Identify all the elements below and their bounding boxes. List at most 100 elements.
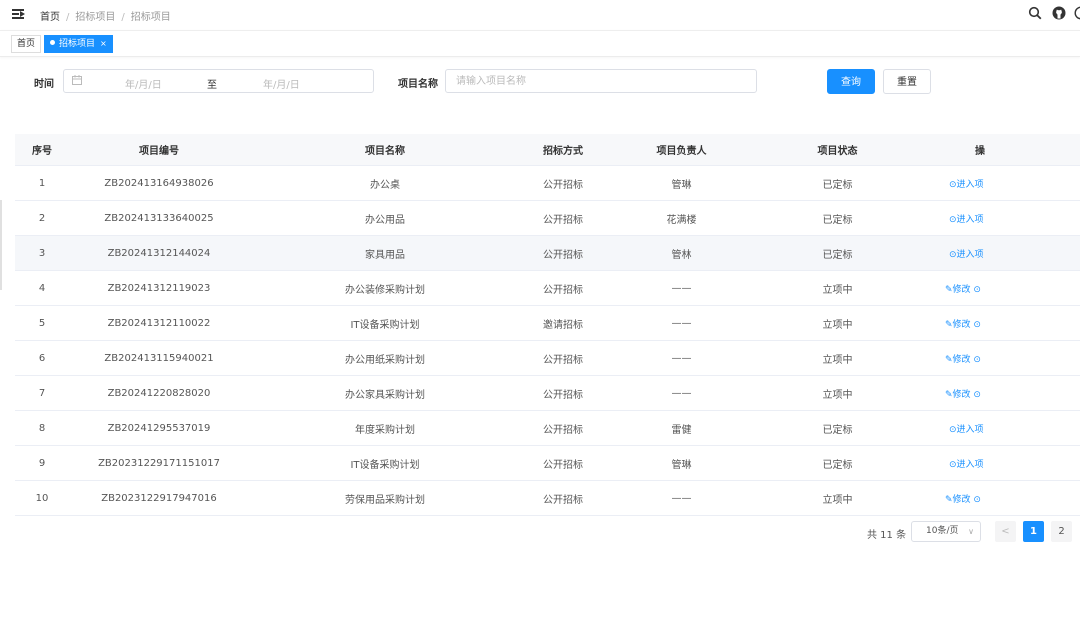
tab-bidding-projects[interactable]: 招标项目 ×	[44, 35, 113, 53]
query-button[interactable]: 查询	[827, 69, 875, 94]
cell-index: 1	[15, 165, 69, 201]
tab-bidding-projects-label: 招标项目	[59, 39, 96, 49]
cell-index: 10	[15, 480, 69, 516]
col-header-code: 项目编号	[69, 134, 249, 166]
cell-status: 立项中	[758, 340, 917, 376]
cell-owner: 管琳	[605, 445, 758, 481]
cell-code: ZB20241295537019	[69, 410, 249, 446]
cell-index: 6	[15, 340, 69, 376]
cell-name: 办公家具采购计划	[249, 375, 521, 411]
cell-code: ZB202413164938026	[69, 165, 249, 201]
project-name-label: 项目名称	[398, 79, 438, 90]
github-icon[interactable]	[1052, 6, 1066, 23]
enter-project-link[interactable]: ⊙进入项	[917, 165, 1080, 201]
col-header-action: 操	[917, 134, 1080, 166]
active-dot-icon	[50, 40, 55, 45]
table-row[interactable]: 1 ZB202413164938026 办公桌 公开招标 管琳 已定标 ⊙进入项	[15, 165, 1080, 201]
table-row[interactable]: 4 ZB20241312119023 办公装修采购计划 公开招标 —— 立项中 ✎修改 ⊙	[15, 270, 1080, 306]
cell-owner: 花满楼	[605, 200, 758, 236]
end-date-input[interactable]: 年/月/日	[263, 76, 300, 91]
cell-index: 3	[15, 235, 69, 271]
cell-owner: ——	[605, 480, 758, 516]
cell-index: 5	[15, 305, 69, 341]
breadcrumb-level1[interactable]: 招标项目	[75, 12, 115, 23]
cell-name: 办公装修采购计划	[249, 270, 521, 306]
cell-name: IT设备采购计划	[249, 445, 521, 481]
table-row[interactable]: 3 ZB20241312144024 家具用品 公开招标 管林 已定标 ⊙进入项	[15, 235, 1080, 271]
table-row[interactable]: 8 ZB20241295537019 年度采购计划 公开招标 雷健 已定标 ⊙进入项	[15, 410, 1080, 446]
page-size-value: 10条/页	[926, 526, 959, 536]
edit-link[interactable]: ✎修改 ⊙	[917, 375, 1080, 411]
enter-project-link[interactable]: ⊙进入项	[917, 200, 1080, 236]
col-header-status: 项目状态	[758, 134, 917, 166]
enter-project-link[interactable]: ⊙进入项	[917, 445, 1080, 481]
start-date-input[interactable]: 年/月/日	[125, 76, 162, 91]
reset-button[interactable]: 重置	[883, 69, 931, 94]
cell-status: 立项中	[758, 375, 917, 411]
cell-owner: ——	[605, 375, 758, 411]
table-row[interactable]: 10 ZB2023122917947016 劳保用品采购计划 公开招标 —— 立项中 ✎修改…	[15, 480, 1080, 516]
table-row[interactable]: 2 ZB202413133640025 办公用品 公开招标 花满楼 已定标 ⊙进入项	[15, 200, 1080, 236]
cell-name: IT设备采购计划	[249, 305, 521, 341]
edit-link[interactable]: ✎修改 ⊙	[917, 340, 1080, 376]
page-size-select[interactable]: 10条/页 ∨	[911, 521, 981, 542]
enter-project-link[interactable]: ⊙进入项	[917, 410, 1080, 446]
cell-name: 劳保用品采购计划	[249, 480, 521, 516]
cell-index: 8	[15, 410, 69, 446]
cell-status: 立项中	[758, 270, 917, 306]
table-row[interactable]: 6 ZB202413115940021 办公用纸采购计划 公开招标 —— 立项中 ✎修改 ⊙	[15, 340, 1080, 376]
cell-code: ZB20241312119023	[69, 270, 249, 306]
cell-method: 邀请招标	[521, 305, 605, 341]
edit-link[interactable]: ✎修改 ⊙	[917, 480, 1080, 516]
search-icon[interactable]	[1028, 6, 1042, 23]
cell-name: 办公用品	[249, 200, 521, 236]
cell-status: 已定标	[758, 165, 917, 201]
cell-index: 7	[15, 375, 69, 411]
breadcrumb-home[interactable]: 首页	[40, 12, 60, 23]
edit-link[interactable]: ✎修改 ⊙	[917, 305, 1080, 341]
cell-method: 公开招标	[521, 445, 605, 481]
cell-index: 9	[15, 445, 69, 481]
cell-method: 公开招标	[521, 375, 605, 411]
cell-status: 已定标	[758, 445, 917, 481]
cell-method: 公开招标	[521, 270, 605, 306]
cell-name: 办公桌	[249, 165, 521, 201]
cell-code: ZB20231229171151017	[69, 445, 249, 481]
table-row[interactable]: 5 ZB20241312110022 IT设备采购计划 邀请招标 —— 立项中 ✎修改 ⊙	[15, 305, 1080, 341]
sidebar-edge	[0, 200, 2, 290]
table-row[interactable]: 7 ZB20241220828020 办公家具采购计划 公开招标 —— 立项中 ✎修改 ⊙	[15, 375, 1080, 411]
cell-owner: ——	[605, 340, 758, 376]
edit-link[interactable]: ✎修改 ⊙	[917, 270, 1080, 306]
tab-home[interactable]: 首页	[11, 35, 42, 53]
range-separator: 至	[207, 80, 217, 91]
cell-owner: 管林	[605, 235, 758, 271]
cell-status: 已定标	[758, 410, 917, 446]
tab-home-label: 首页	[17, 39, 36, 49]
cell-method: 公开招标	[521, 200, 605, 236]
cell-owner: ——	[605, 270, 758, 306]
cell-code: ZB2023122917947016	[69, 480, 249, 516]
menu-fold-icon[interactable]	[12, 8, 25, 20]
cell-method: 公开招标	[521, 410, 605, 446]
cell-index: 4	[15, 270, 69, 306]
col-header-method: 招标方式	[521, 134, 605, 166]
project-name-input[interactable]	[445, 69, 757, 93]
cell-method: 公开招标	[521, 480, 605, 516]
cell-name: 年度采购计划	[249, 410, 521, 446]
cell-owner: 雷健	[605, 410, 758, 446]
page-button-1[interactable]: 1	[1023, 521, 1044, 542]
page-button-2[interactable]: 2	[1051, 521, 1072, 542]
enter-project-link[interactable]: ⊙进入项	[917, 235, 1080, 271]
top-bar: 首页 / 招标项目 / 招标项目	[0, 0, 1080, 31]
table-row[interactable]: 9 ZB20231229171151017 IT设备采购计划 公开招标 管琳 已定标 ⊙进入…	[15, 445, 1080, 481]
tab-close-icon[interactable]: ×	[100, 39, 107, 48]
cell-status: 立项中	[758, 305, 917, 341]
help-circle-icon[interactable]	[1074, 6, 1080, 23]
cell-code: ZB20241312110022	[69, 305, 249, 341]
col-header-name: 项目名称	[249, 134, 521, 166]
date-range-picker[interactable]: 年/月/日 至 年/月/日	[63, 69, 374, 93]
breadcrumb-current: 招标项目	[130, 12, 171, 23]
cell-method: 公开招标	[521, 235, 605, 271]
tags-view: 首页 招标项目 ×	[0, 30, 1080, 57]
prev-page-button[interactable]: <	[995, 521, 1016, 542]
